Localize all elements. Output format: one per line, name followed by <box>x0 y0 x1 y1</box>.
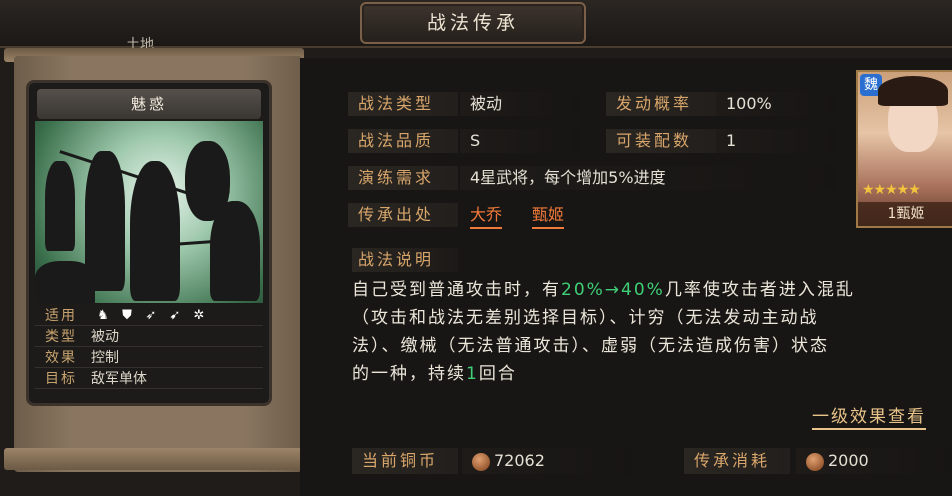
quality-label: 战法品质 <box>348 129 458 153</box>
coin-icon <box>806 452 824 471</box>
requirement-label: 演练需求 <box>348 166 458 190</box>
stat-value: 被动 <box>91 329 119 345</box>
equip-label: 可装配数 <box>606 129 716 153</box>
level-effect-link[interactable]: 一级效果查看 <box>812 402 926 430</box>
duration-highlight: 1 <box>466 364 479 384</box>
tactic-card: 魅惑 适用 ♞ ⛊ ➶ ➹ ✲ 类型 被动 效果 控制 目标 敌军单体 <box>26 80 272 406</box>
stat-row-applicable: 适用 ♞ ⛊ ➶ ➹ ✲ <box>35 305 263 326</box>
cost-value-box: 2000 <box>796 448 952 474</box>
requirement-value: 4星武将，每个增加5%进度 <box>460 166 836 190</box>
coins-label: 当前铜币 <box>352 448 458 474</box>
source-label: 传承出处 <box>348 203 458 227</box>
tactic-description: 自己受到普通攻击时，有20%→40%几率使攻击者进入混乱 （攻击和战法无差别选择… <box>352 276 952 388</box>
stat-row-effect: 效果 控制 <box>35 347 263 368</box>
coins-value-box: 72062 <box>462 448 632 474</box>
unit-type-icons: ♞ ⛊ ➶ ➹ ✲ <box>87 307 211 324</box>
stat-row-target: 目标 敌军单体 <box>35 368 263 389</box>
stat-value: 敌军单体 <box>91 371 147 387</box>
source-general-zhenji[interactable]: 甄姬 <box>532 203 565 229</box>
stat-row-type: 类型 被动 <box>35 326 263 347</box>
general-portrait[interactable]: 魏 ★★★★★ 1甄姬 <box>856 70 952 228</box>
tactic-artwork <box>35 121 263 303</box>
bow-icon: ➶ <box>145 307 157 323</box>
tactic-name: 魅惑 <box>37 89 261 119</box>
page-title: 战法传承 <box>360 2 586 44</box>
rate-highlight: 20%→40% <box>561 280 665 300</box>
tactic-stats: 适用 ♞ ⛊ ➶ ➹ ✲ 类型 被动 效果 控制 目标 敌军单体 <box>35 305 263 389</box>
type-label: 战法类型 <box>348 92 458 116</box>
coins-value: 72062 <box>494 451 545 470</box>
description-line: 法）、缴械（无法普通攻击）、虚弱（无法造成伤害）状态 <box>352 336 829 356</box>
equip-value: 1 <box>716 129 836 153</box>
portrait-hair <box>878 76 948 106</box>
stat-label: 效果 <box>45 350 77 366</box>
stat-label: 目标 <box>45 371 77 387</box>
source-general-daqiao[interactable]: 大乔 <box>470 203 503 229</box>
general-name: 1甄姬 <box>858 202 952 226</box>
description-line: 的一种，持续1回合 <box>352 364 517 384</box>
description-label: 战法说明 <box>352 248 458 272</box>
scroll-roller-bottom <box>4 448 304 470</box>
spear-icon: ➹ <box>169 307 181 323</box>
stat-value: 控制 <box>91 350 119 366</box>
shield-icon: ⛊ <box>122 307 132 323</box>
quality-value: S <box>460 129 580 153</box>
stat-label: 适用 <box>45 308 77 324</box>
stat-label: 类型 <box>45 329 77 345</box>
type-value: 被动 <box>460 92 580 116</box>
cavalry-icon: ♞ <box>97 307 109 323</box>
description-line: （攻击和战法无差别选择目标）、计穷（无法发动主动战 <box>352 308 819 328</box>
prob-value: 100% <box>716 92 836 116</box>
description-line: 自己受到普通攻击时，有20%→40%几率使攻击者进入混乱 <box>352 280 855 300</box>
siege-icon: ✲ <box>193 307 205 323</box>
coin-icon <box>472 452 490 471</box>
star-rating: ★★★★★ <box>862 182 921 198</box>
cost-value: 2000 <box>828 451 869 470</box>
cost-label: 传承消耗 <box>684 448 790 474</box>
prob-label: 发动概率 <box>606 92 716 116</box>
